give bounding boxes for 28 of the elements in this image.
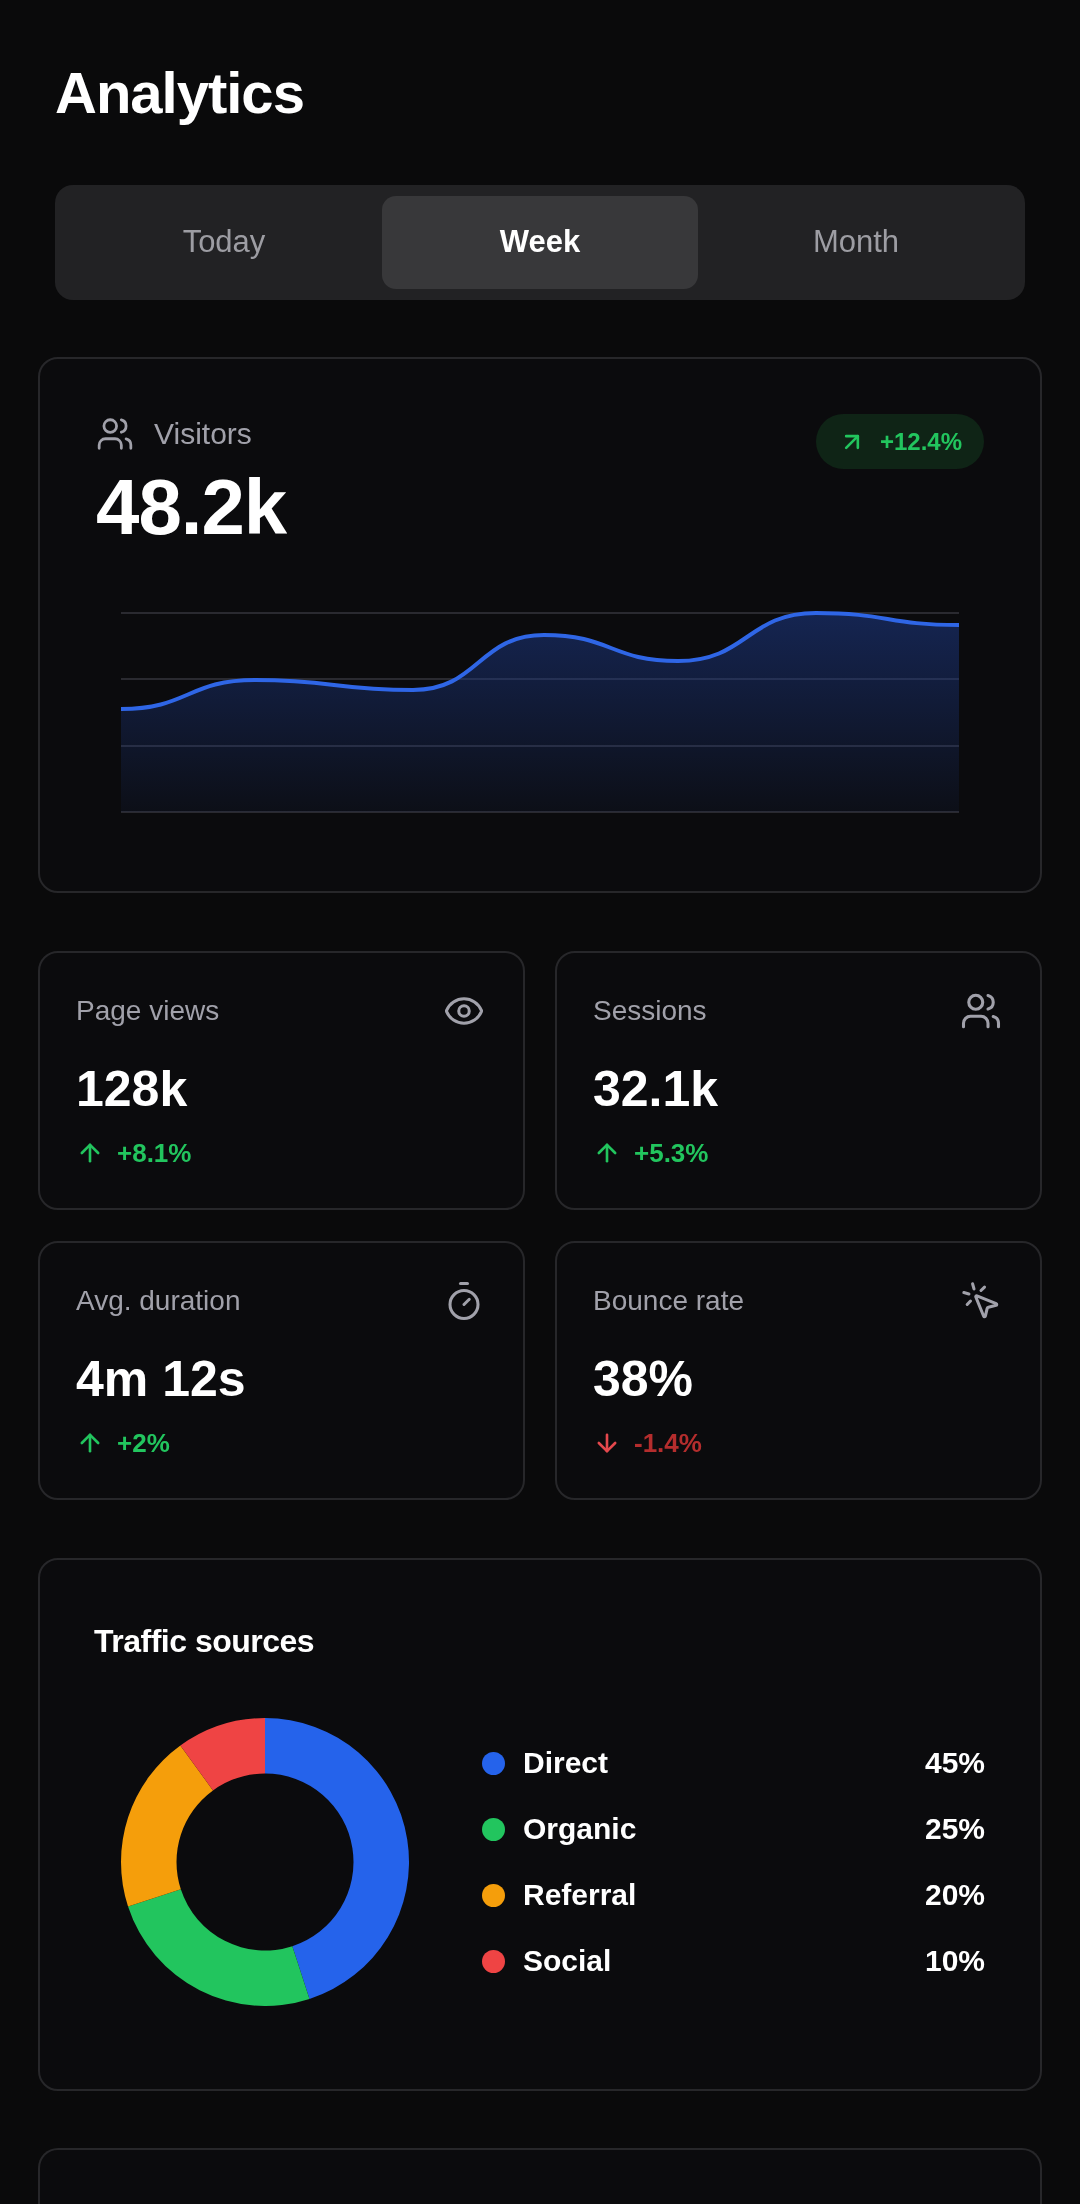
change-percent: +5.3% [634, 1140, 709, 1166]
tab[interactable]: Week [382, 196, 698, 289]
change-percent: -1.4% [634, 1430, 702, 1456]
stat-value: 38% [593, 1354, 694, 1404]
tab[interactable]: Today [66, 196, 382, 289]
stat-value: 48.2k [96, 468, 287, 546]
change-percent: +8.1% [117, 1140, 192, 1166]
legend-value: 45% [924, 1748, 985, 1778]
tab[interactable]: Month [698, 196, 1014, 289]
card-title: Traffic sources [94, 1625, 315, 1657]
stat-label: Avg. duration [76, 1287, 241, 1315]
legend-value: 10% [924, 1946, 985, 1976]
change-percent: +12.4% [879, 429, 962, 454]
stat-value: 4m 12s [76, 1354, 246, 1404]
legend-label: Social [523, 1946, 612, 1976]
legend-value: 25% [924, 1814, 985, 1844]
legend-value: 20% [924, 1880, 985, 1910]
legend-label: Referral [523, 1880, 637, 1910]
change-percent: +2% [117, 1430, 170, 1456]
stat-label: Sessions [593, 997, 707, 1025]
stat-value: 128k [76, 1064, 188, 1114]
legend-label: Organic [523, 1814, 637, 1844]
stat-label: Bounce rate [593, 1287, 744, 1315]
legend-label: Direct [523, 1748, 609, 1778]
users-icon [96, 415, 134, 453]
stat-label: Visitors [154, 419, 252, 449]
stat-value: 32.1k [593, 1064, 719, 1114]
stat-label: Page views [76, 997, 220, 1025]
